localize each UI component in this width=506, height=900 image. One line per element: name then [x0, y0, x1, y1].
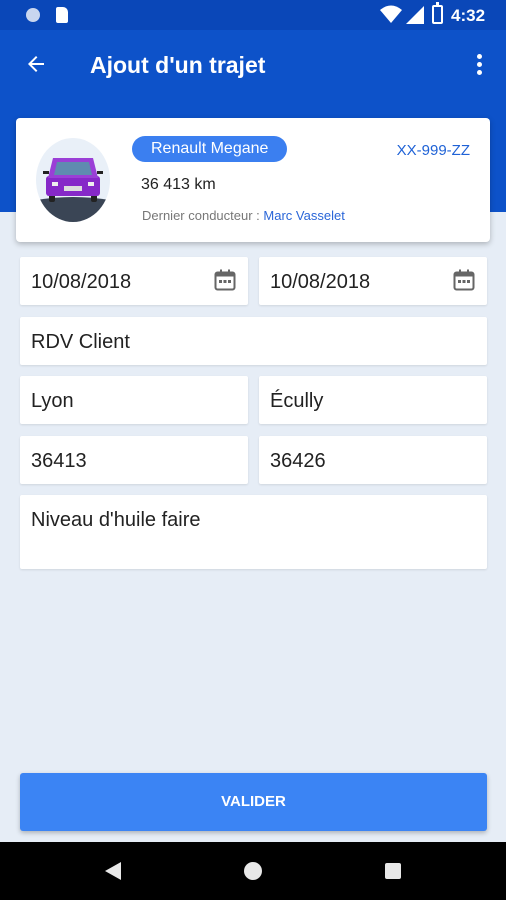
vehicle-model-badge: Renault Megane — [132, 136, 288, 162]
vehicle-card[interactable]: Renault Megane XX-999-ZZ 36 413 km Derni… — [16, 118, 490, 242]
reason-field[interactable]: RDV Client — [20, 317, 487, 365]
start-date-value: 10/08/2018 — [31, 271, 132, 293]
signal-icon — [406, 6, 424, 24]
departure-field[interactable]: Lyon — [20, 376, 248, 424]
wifi-icon — [380, 5, 402, 23]
start-date-field[interactable]: 10/08/2018 — [20, 257, 248, 305]
end-date-field[interactable]: 10/08/2018 — [259, 257, 487, 305]
end-km-value: 36426 — [270, 450, 326, 472]
end-date-value: 10/08/2018 — [270, 271, 371, 293]
license-plate: XX-999-ZZ — [396, 142, 470, 159]
last-driver-name: Marc Vasselet — [263, 208, 345, 223]
system-nav-bar — [0, 842, 506, 900]
nav-back-icon[interactable] — [105, 862, 121, 880]
start-km-field[interactable]: 36413 — [20, 436, 248, 484]
sd-card-icon — [56, 7, 68, 23]
battery-icon — [432, 2, 443, 24]
last-driver-label: Dernier conducteur : — [142, 208, 264, 223]
more-options-icon[interactable] — [470, 50, 490, 80]
notification-icon — [26, 8, 40, 22]
reason-value: RDV Client — [31, 331, 130, 353]
status-bar: 4:32 — [0, 0, 506, 30]
comment-field[interactable]: Niveau d'huile faire — [20, 495, 487, 569]
last-driver: Dernier conducteur : Marc Vasselet — [142, 208, 345, 223]
car-icon — [36, 158, 110, 222]
page-title: Ajout d'un trajet — [90, 52, 266, 78]
submit-button[interactable]: VALIDER — [20, 773, 487, 831]
car-avatar — [36, 138, 110, 222]
arrival-field[interactable]: Écully — [259, 376, 487, 424]
calendar-icon[interactable] — [453, 269, 475, 291]
comment-value: Niveau d'huile faire — [31, 509, 201, 531]
end-km-field[interactable]: 36426 — [259, 436, 487, 484]
nav-recent-apps-icon[interactable] — [385, 863, 401, 879]
back-arrow-icon[interactable] — [24, 52, 48, 76]
calendar-icon[interactable] — [214, 269, 236, 291]
nav-home-icon[interactable] — [244, 862, 262, 880]
arrival-value: Écully — [270, 390, 324, 412]
departure-value: Lyon — [31, 390, 74, 412]
app-bar: Ajout d'un trajet — [0, 30, 506, 102]
clock: 4:32 — [451, 6, 486, 25]
start-km-value: 36413 — [31, 450, 87, 472]
vehicle-mileage: 36 413 km — [141, 176, 216, 193]
